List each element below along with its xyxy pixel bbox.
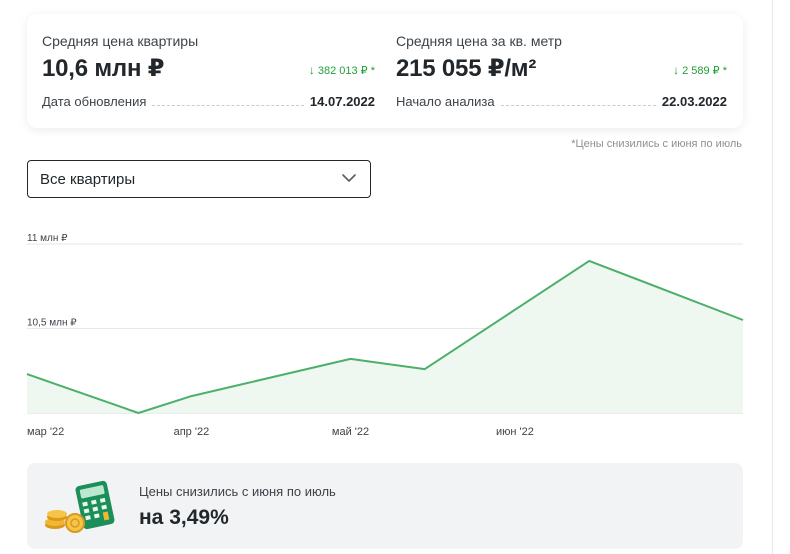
x-tick-label: мар '22 [27, 426, 64, 438]
x-tick-label: май '22 [332, 426, 369, 438]
update-date-label: Дата обновления [42, 94, 147, 109]
apartment-type-dropdown[interactable]: Все квартиры [27, 160, 371, 198]
calculator-coins-icon [45, 480, 115, 533]
arrow-down-icon: ↓ [673, 63, 680, 77]
chevron-down-icon [342, 174, 356, 182]
apartment-price-stat: Средняя цена квартиры 10,6 млн ₽ ↓ 382 01… [42, 14, 375, 128]
price-area [27, 260, 743, 413]
dotted-leader [500, 95, 656, 106]
meter-price-label: Средняя цена за кв. метр [396, 33, 562, 49]
x-tick-label: апр '22 [174, 426, 210, 438]
price-change-summary: Цены снизились с июня по июль на 3,49% [27, 463, 743, 549]
dropdown-selected-value: Все квартиры [40, 171, 136, 188]
summary-label: Цены снизились с июня по июль [139, 484, 336, 499]
apartment-price-change: ↓ 382 013 ₽ * [309, 63, 375, 77]
analysis-start-row: Начало анализа 22.03.2022 [396, 94, 727, 109]
price-footnote: *Цены снизились с июня по июль [571, 138, 742, 150]
apartment-price-value: 10,6 млн ₽ [42, 55, 165, 82]
apartment-price-label: Средняя цена квартиры [42, 33, 199, 49]
y-tick-label: 11 млн ₽ [27, 233, 68, 244]
meter-price-change-value: 2 589 ₽ * [682, 65, 727, 77]
analysis-start-value: 22.03.2022 [661, 94, 727, 109]
arrow-down-icon: ↓ [308, 63, 315, 77]
update-date-row: Дата обновления 14.07.2022 [42, 94, 375, 109]
scrollbar-track [772, 0, 773, 554]
price-stats-card: Средняя цена квартиры 10,6 млн ₽ ↓ 382 01… [27, 14, 743, 128]
meter-price-change: ↓ 2 589 ₽ * [673, 63, 727, 77]
price-chart: 11 млн ₽10,5 млн ₽10 млн ₽мар '22апр '22… [26, 233, 744, 438]
dotted-leader [152, 95, 304, 106]
meter-price-stat: Средняя цена за кв. метр 215 055 ₽/м² ↓ 2… [396, 14, 727, 128]
apartment-price-change-value: 382 013 ₽ * [317, 65, 375, 77]
y-tick-label: 10,5 млн ₽ [27, 318, 77, 329]
summary-value: на 3,49% [139, 506, 229, 529]
analysis-start-label: Начало анализа [396, 94, 495, 109]
meter-price-value: 215 055 ₽/м² [396, 55, 537, 82]
x-tick-label: июн '22 [496, 426, 534, 438]
update-date-value: 14.07.2022 [309, 94, 375, 109]
